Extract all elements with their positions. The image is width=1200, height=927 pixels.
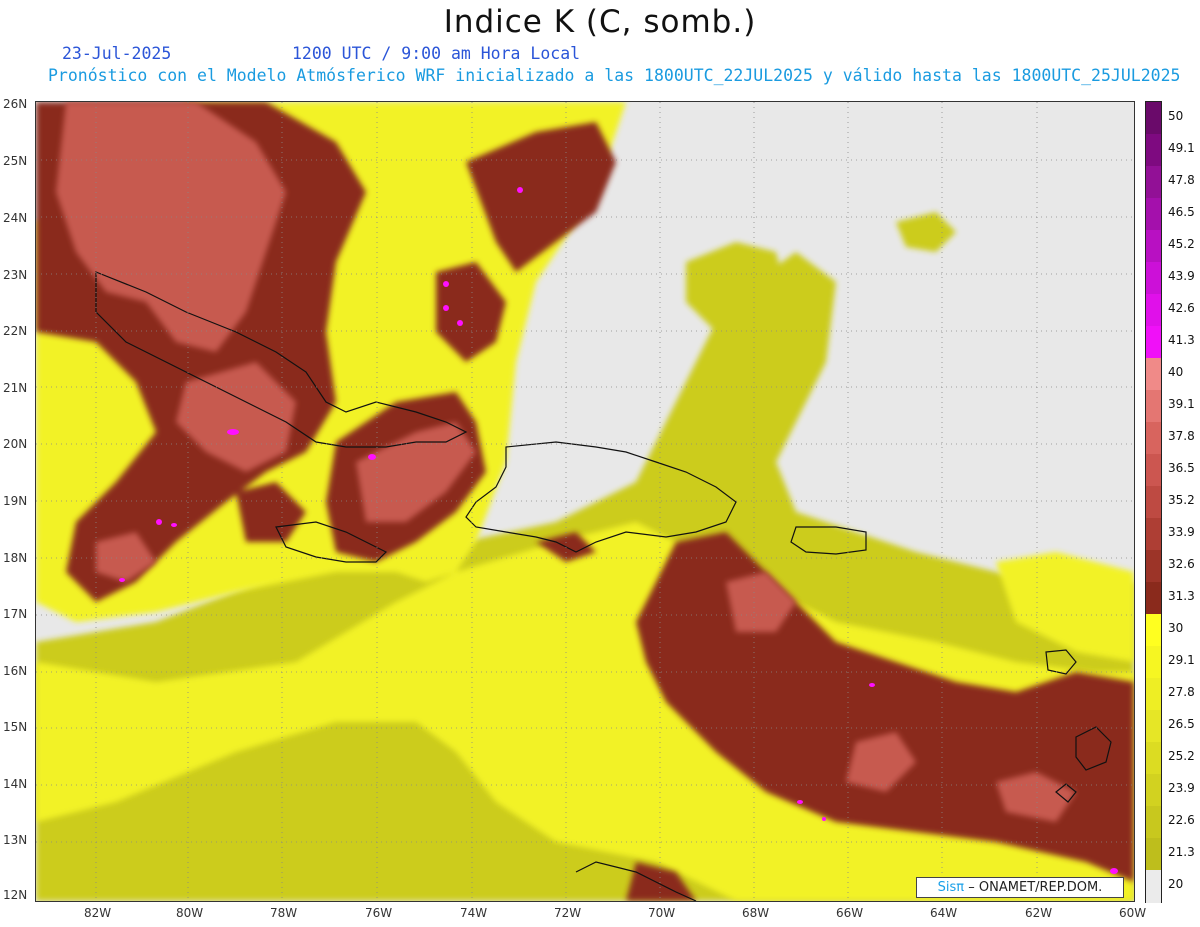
colorbar-segment xyxy=(1146,774,1161,807)
colorbar-label: 30 xyxy=(1168,621,1184,635)
lon-label: 80W xyxy=(176,906,204,920)
lat-label: 24N xyxy=(3,211,28,225)
colorbar-label: 32.6 xyxy=(1168,557,1195,571)
forecast-time: 1200 UTC / 9:00 am Hora Local xyxy=(292,44,581,63)
colorbar-segment xyxy=(1146,614,1161,647)
lat-label: 25N xyxy=(3,154,28,168)
lon-label: 74W xyxy=(460,906,488,920)
lat-label: 21N xyxy=(3,381,28,395)
lat-label: 22N xyxy=(3,324,28,338)
lon-label: 72W xyxy=(554,906,582,920)
lat-label: 19N xyxy=(3,494,28,508)
colorbar-segment xyxy=(1146,806,1161,839)
colorbar-label: 49.1 xyxy=(1168,141,1195,155)
credit-box: Sisπ – ONAMET/REP.DOM. xyxy=(916,877,1124,898)
lon-label: 64W xyxy=(930,906,958,920)
colorbar-label: 46.5 xyxy=(1168,205,1195,219)
lat-label: 26N xyxy=(3,97,28,111)
forecast-date: 23-Jul-2025 xyxy=(62,44,172,63)
credit-text: – ONAMET/REP.DOM. xyxy=(968,880,1103,895)
colorbar-label: 21.3 xyxy=(1168,845,1195,859)
lat-label: 18N xyxy=(3,551,28,565)
lat-label: 23N xyxy=(3,268,28,282)
lon-label: 70W xyxy=(648,906,676,920)
model-run-info: Pronóstico con el Modelo Atmósferico WRF… xyxy=(48,66,1181,85)
colorbar-segment xyxy=(1146,422,1161,455)
map-panel xyxy=(35,101,1135,902)
colorbar-segment xyxy=(1146,358,1161,391)
lat-label: 15N xyxy=(3,720,28,734)
colorbar-label: 35.2 xyxy=(1168,493,1195,507)
colorbar-label: 25.2 xyxy=(1168,749,1195,763)
colorbar-label: 26.5 xyxy=(1168,717,1195,731)
colorbar-segment xyxy=(1146,582,1161,615)
lon-label: 60W xyxy=(1119,906,1147,920)
lon-label: 76W xyxy=(365,906,393,920)
colorbar-segment xyxy=(1146,838,1161,871)
colorbar-label: 41.3 xyxy=(1168,333,1195,347)
colorbar-label: 33.9 xyxy=(1168,525,1195,539)
colorbar-label: 40 xyxy=(1168,365,1184,379)
lat-label: 17N xyxy=(3,607,28,621)
colorbar-segment xyxy=(1146,230,1161,263)
colorbar-segment xyxy=(1146,646,1161,679)
colorbar-label: 36.5 xyxy=(1168,461,1195,475)
lat-label: 16N xyxy=(3,664,28,678)
colorbar-label: 47.8 xyxy=(1168,173,1195,187)
colorbar-segment xyxy=(1146,678,1161,711)
colorbar-segment xyxy=(1146,166,1161,199)
colorbar-label: 22.6 xyxy=(1168,813,1195,827)
lon-label: 66W xyxy=(836,906,864,920)
colorbar-segment xyxy=(1146,742,1161,775)
colorbar-label: 50 xyxy=(1168,109,1184,123)
credit-brand: Sisπ xyxy=(937,880,965,895)
colorbar-segment xyxy=(1146,102,1161,135)
lat-label: 20N xyxy=(3,437,28,451)
colorbar-label: 45.2 xyxy=(1168,237,1195,251)
lon-label: 62W xyxy=(1025,906,1053,920)
chart-title: Indice K (C, somb.) xyxy=(443,4,757,40)
colorbar-segment xyxy=(1146,262,1161,295)
colorbar-segment xyxy=(1146,134,1161,167)
colorbar-segment xyxy=(1146,550,1161,583)
colorbar-segment xyxy=(1146,710,1161,743)
k-index-map xyxy=(36,102,1134,901)
colorbar-segment xyxy=(1146,486,1161,519)
colorbar-segment xyxy=(1146,326,1161,359)
lat-label: 13N xyxy=(3,833,28,847)
colorbar-segment xyxy=(1146,294,1161,327)
lon-label: 68W xyxy=(742,906,770,920)
lat-label: 12N xyxy=(3,888,28,902)
colorbar-label: 20 xyxy=(1168,877,1184,891)
colorbar-segment xyxy=(1146,870,1161,903)
lon-label: 82W xyxy=(84,906,112,920)
colorbar-segment xyxy=(1146,454,1161,487)
colorbar-label: 39.1 xyxy=(1168,397,1195,411)
colorbar xyxy=(1145,101,1162,903)
colorbar-segment xyxy=(1146,518,1161,551)
colorbar-segment xyxy=(1146,198,1161,231)
lat-label: 14N xyxy=(3,777,28,791)
colorbar-label: 43.9 xyxy=(1168,269,1195,283)
colorbar-label: 31.3 xyxy=(1168,589,1195,603)
colorbar-label: 29.1 xyxy=(1168,653,1195,667)
colorbar-label: 42.6 xyxy=(1168,301,1195,315)
colorbar-label: 23.9 xyxy=(1168,781,1195,795)
colorbar-label: 37.8 xyxy=(1168,429,1195,443)
lon-label: 78W xyxy=(270,906,298,920)
colorbar-label: 27.8 xyxy=(1168,685,1195,699)
colorbar-segment xyxy=(1146,390,1161,423)
